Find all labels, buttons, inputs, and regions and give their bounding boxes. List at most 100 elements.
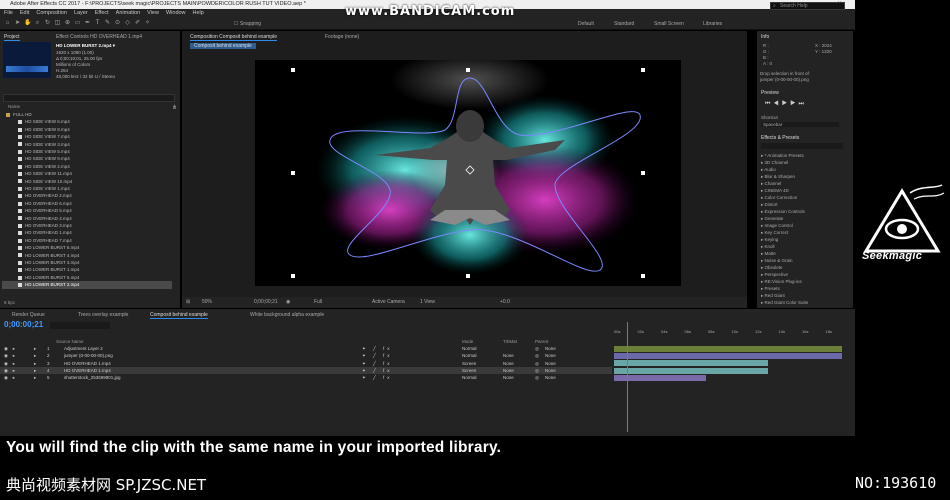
name-column-header[interactable]: Name [8,104,20,109]
workspace-small-screen[interactable]: Small Screen [654,21,684,27]
shortcut-dropdown[interactable]: Spacebar [761,122,839,127]
audio-speaker-icon[interactable]: ◂ [12,352,14,359]
search-help-input[interactable]: ⌕ Search Help [770,2,845,10]
tab-project[interactable]: Project [4,34,20,41]
layer-duration-bar[interactable] [614,367,768,374]
exposure-value[interactable]: +0.0 [500,297,510,308]
effect-category[interactable]: ▸ Noise & Grain [761,258,847,264]
eraser-tool-icon[interactable]: ◇ [124,20,131,27]
project-file-item[interactable]: HD LOWER BURST 5.mp4 [2,274,172,281]
project-file-item[interactable]: HD LOWER BURST 2.mp4 [2,281,172,289]
timeline-layer-row[interactable]: ◉ ◂ ▸ 4 HD OVERHEAD 1.mp4 ✦ ╱ fx Screen None ◎ No… [0,366,612,375]
snapping-checkbox[interactable]: ☐ Snapping [234,21,261,27]
visibility-eye-icon[interactable]: ◉ [4,345,8,352]
workspace-standard[interactable]: Standard [614,21,634,27]
brush-tool-icon[interactable]: ✎ [104,20,111,27]
camera-tool-icon[interactable]: ◫ [54,20,61,27]
trkmat-dropdown[interactable]: None [503,360,514,367]
layer-switches[interactable]: ✦ ╱ fx [362,367,392,374]
effect-category[interactable]: ▸ Expression Controls [761,209,847,215]
menu-item-edit[interactable]: Edit [20,10,29,16]
project-file-item[interactable]: HD LOWER BURST 3.mp4 [2,259,172,266]
timeline-search-input[interactable] [50,322,110,329]
preview-transport-controls[interactable]: ⏮◀▶▶⏭ [765,101,807,108]
mask-tool-icon[interactable]: ▭ [74,20,81,27]
layer-duration-bar[interactable] [614,352,842,359]
menu-item-layer[interactable]: Layer [74,10,88,16]
resolution-dropdown[interactable]: Full [314,297,322,308]
parent-pickwhip-icon[interactable]: ◎ [535,360,539,367]
menu-item-composition[interactable]: Composition [36,10,67,16]
tab-footage[interactable]: Footage (none) [325,34,359,40]
effect-category[interactable]: ▸ Distort [761,202,847,208]
effect-category[interactable]: ▸ Knoll [761,244,847,250]
timeline-layer-row[interactable]: ◉ ◂ ▸ 3 HD OVERHEAD 1.mp4 ✦ ╱ fx Screen None ◎ No… [0,360,612,367]
timeline-tab[interactable]: Composit behind example [150,312,208,319]
timeline-layer-row[interactable]: ◉ ◂ ▸ 5 shutterstock_253699801.jpg ✦ ╱ fx Norm… [0,374,612,381]
parent-dropdown[interactable]: None [545,374,556,381]
project-file-item[interactable]: HD SIDE VIEW 6.mp4 [2,118,172,125]
home-icon[interactable]: ⌂ [4,20,11,27]
workspace-libraries[interactable]: Libraries [703,21,722,27]
timeline-tab[interactable]: Trees overlay example [78,312,128,318]
blend-mode-dropdown[interactable]: Normal [462,374,477,381]
project-file-item[interactable]: HD SIDE VIEW 8.mp4 [2,126,172,133]
layer-name[interactable]: HD OVERHEAD 1.mp4 [64,367,111,374]
effect-category[interactable]: ▸ Channel [761,181,847,187]
project-file-item[interactable]: HD SIDE VIEW 11.mp4 [2,170,172,177]
parent-dropdown[interactable]: None [545,345,556,352]
layer-switches[interactable]: ✦ ╱ fx [362,345,392,352]
trkmat-dropdown[interactable]: None [503,352,514,359]
layer-expand-chevron-icon[interactable]: ▸ [34,360,36,367]
project-file-item[interactable]: HD LOWER BURST 4.mp4 [2,252,172,259]
project-file-item[interactable]: HD OVERHEAD 7.mp4 [2,237,172,244]
timeline-layer-row[interactable]: ◉ ◂ ▸ 1 Adjustment Layer 2 ✦ ╱ fx Normal ◎ None [0,345,612,352]
menu-item-help[interactable]: Help [193,10,204,16]
project-file-item[interactable]: HD LOWER BURST 1.mp4 [2,266,172,273]
project-file-item[interactable]: HD OVERHEAD 3.mp4 [2,222,172,229]
blend-mode-dropdown[interactable]: Screen [462,360,476,367]
effect-category[interactable]: ▸ RE:Vision Plug-ins [761,279,847,285]
project-file-item[interactable]: HD OVERHEAD 2.mp4 [2,192,172,199]
flowchart-icon[interactable]: ⋔ [172,104,177,111]
preview-panel-title[interactable]: Preview [761,90,779,96]
roto-tool-icon[interactable]: ✐ [134,20,141,27]
project-search-input[interactable] [3,94,175,102]
timeline-current-time[interactable]: 0;00:00;21 [4,320,43,329]
effect-category[interactable]: ▸ * Animation Presets [761,153,847,159]
project-file-item[interactable]: HD SIDE VIEW 7.mp4 [2,133,172,140]
project-file-item[interactable]: HD SIDE VIEW 2.mp4 [2,163,172,170]
project-file-item[interactable]: HD OVERHEAD 5.mp4 [2,207,172,214]
workspace-default[interactable]: Default [578,21,594,27]
audio-speaker-icon[interactable]: ◂ [12,345,14,352]
effect-category[interactable]: ▸ Audio [761,167,847,173]
menu-item-window[interactable]: Window [166,10,186,16]
project-file-item[interactable]: HD SIDE VIEW 1.mp4 [2,185,172,192]
parent-pickwhip-icon[interactable]: ◎ [535,345,539,352]
effect-category[interactable]: ▸ Image Control [761,223,847,229]
pen-tool-icon[interactable]: ✒ [84,20,91,27]
selection-tool-icon[interactable]: ➤ [14,20,21,27]
playhead[interactable] [627,322,628,432]
project-file-item[interactable]: HD OVERHEAD 4.mp4 [2,215,172,222]
visibility-eye-icon[interactable]: ◉ [4,367,8,374]
snapshot-camera-icon[interactable]: ◉ [286,297,290,308]
visibility-eye-icon[interactable]: ◉ [4,374,8,381]
composition-canvas[interactable] [255,60,681,286]
effect-category[interactable]: ▸ Color Correction [761,195,847,201]
type-tool-icon[interactable]: T [94,20,101,27]
menu-item-effect[interactable]: Effect [95,10,109,16]
layer-expand-chevron-icon[interactable]: ▸ [34,367,36,374]
folder-item[interactable]: FULL HD [2,111,172,118]
layer-expand-chevron-icon[interactable]: ▸ [34,345,36,352]
effect-category[interactable]: ▸ Red Giant [761,293,847,299]
audio-speaker-icon[interactable]: ◂ [12,367,14,374]
grid-toggle-icon[interactable]: ⊞ [186,297,190,308]
effect-category[interactable]: ▸ Keying [761,237,847,243]
visibility-eye-icon[interactable]: ◉ [4,352,8,359]
layer-switches[interactable]: ✦ ╱ fx [362,374,392,381]
timeline-tab[interactable]: Render Queue [12,312,45,318]
effect-category[interactable]: ▸ Blur & Sharpen [761,174,847,180]
layer-name[interactable]: Adjustment Layer 2 [64,345,103,352]
puppet-tool-icon[interactable]: ✧ [144,20,151,27]
